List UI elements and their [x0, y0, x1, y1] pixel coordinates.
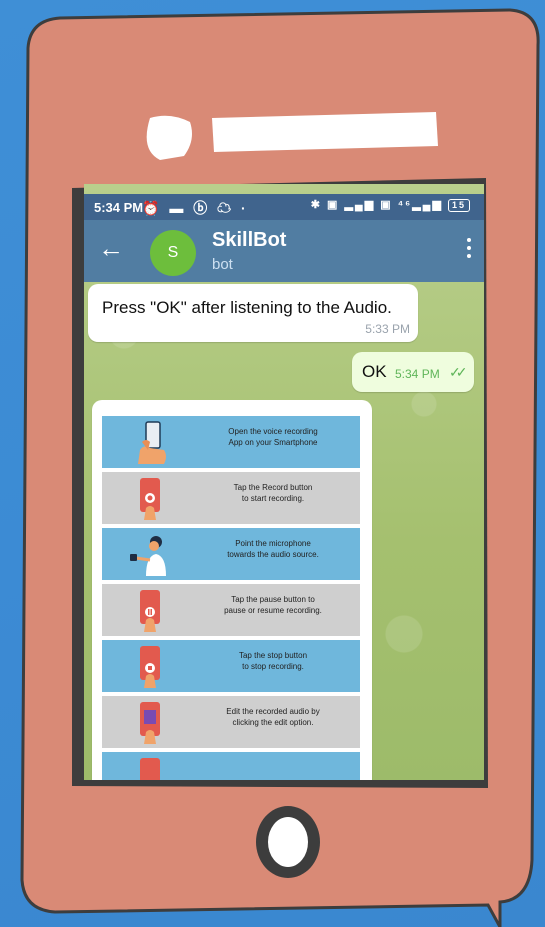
incoming-message[interactable]: Press "OK" after listening to the Audio.… — [88, 284, 418, 342]
step-caption-line: pause or resume recording. — [224, 606, 322, 615]
chat-subtitle: bot — [212, 256, 233, 273]
instruction-step: Tap the Record button to start recording… — [102, 472, 360, 524]
phone-edit-icon — [140, 702, 160, 744]
step-caption: Open the voice recording App on your Sma… — [198, 426, 348, 448]
step-caption: Tap the stop button to stop recording. — [198, 650, 348, 672]
chat-title[interactable]: SkillBot — [212, 229, 286, 252]
outgoing-message[interactable]: OK 5:34 PM ✓✓ — [352, 352, 474, 392]
phone-screen: 5:34 PM ⏰ ▬ ⓑ ☁ · ✱ ▣ ▂▄▆ ▣ ⁴⁶▂▄▆ 15 ← S… — [84, 184, 484, 780]
phone-icon — [140, 758, 160, 780]
step-caption-line: clicking the edit option. — [232, 718, 314, 727]
step-caption-line: Tap the Record button — [233, 483, 313, 492]
instruction-image-message[interactable]: Open the voice recording App on your Sma… — [92, 400, 372, 780]
battery-icon: 15 — [447, 198, 470, 212]
back-arrow-icon[interactable]: ← — [98, 234, 124, 262]
phone-pause-icon — [140, 590, 160, 632]
instruction-step — [102, 752, 360, 780]
home-button-icon — [256, 806, 320, 878]
message-time: 5:33 PM — [365, 322, 410, 336]
step-caption: Point the microphone towards the audio s… — [198, 538, 348, 560]
notification-icons: ⏰ ▬ ⓑ ☁ · — [142, 200, 249, 216]
instruction-step: Point the microphone towards the audio s… — [102, 528, 360, 580]
instruction-step: Open the voice recording App on your Sma… — [102, 416, 360, 468]
instruction-step: Edit the recorded audio by clicking the … — [102, 696, 360, 748]
chat-header: ← S SkillBot bot — [84, 220, 484, 282]
message-text: Press "OK" after listening to the Audio. — [102, 298, 392, 317]
step-caption-line: Open the voice recording — [228, 427, 318, 436]
step-caption-line: App on your Smartphone — [228, 438, 318, 447]
step-caption-line: Tap the stop button — [238, 651, 308, 660]
signal-icons: ✱ ▣ ▂▄▆ ▣ ⁴⁶▂▄▆ 15 — [311, 198, 470, 212]
connectivity-icons: ✱ ▣ ▂▄▆ ▣ ⁴⁶▂▄▆ — [310, 199, 443, 211]
step-caption-line: Edit the recorded audio by — [226, 707, 320, 716]
message-time: 5:34 PM — [395, 367, 440, 381]
message-text: OK — [362, 362, 387, 381]
step-caption-line: towards the audio source. — [227, 550, 319, 559]
phone-record-icon — [140, 478, 160, 520]
step-caption-line: Tap the pause button to — [231, 595, 315, 604]
phone-illustration: 5:34 PM ⏰ ▬ ⓑ ☁ · ✱ ▣ ▂▄▆ ▣ ⁴⁶▂▄▆ 15 ← S… — [0, 0, 545, 927]
instruction-step: Tap the pause button to pause or resume … — [102, 584, 360, 636]
avatar[interactable]: S — [150, 230, 196, 276]
step-caption-line: to start recording. — [241, 494, 305, 503]
phone-stop-icon — [140, 646, 160, 688]
person-with-phone-icon — [130, 536, 166, 576]
step-caption: Edit the recorded audio by clicking the … — [198, 706, 348, 728]
step-caption-line: Point the microphone — [235, 539, 311, 548]
status-time: 5:34 PM — [94, 200, 144, 215]
instruction-step: Tap the stop button to stop recording. — [102, 640, 360, 692]
more-options-icon[interactable] — [466, 238, 472, 262]
step-caption: Tap the pause button to pause or resume … — [198, 594, 348, 616]
step-caption: Tap the Record button to start recording… — [198, 482, 348, 504]
read-checkmarks-icon: ✓✓ — [449, 364, 468, 380]
hand-holding-phone-icon — [138, 421, 166, 464]
step-caption-line: to stop recording. — [242, 662, 304, 671]
status-bar: 5:34 PM ⏰ ▬ ⓑ ☁ · ✱ ▣ ▂▄▆ ▣ ⁴⁶▂▄▆ 15 — [84, 194, 484, 220]
